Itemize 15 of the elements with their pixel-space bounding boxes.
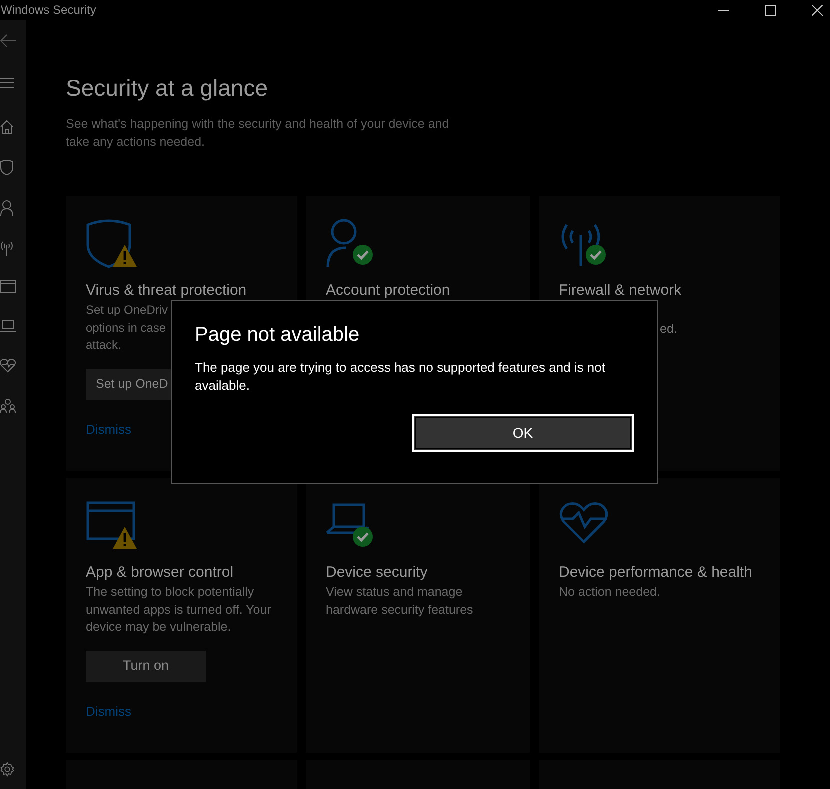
page-title: Security at a glance	[66, 74, 270, 103]
tile-description: The setting to block potentially unwanted apps is turned off. Your device may be vulnerable.	[86, 584, 272, 636]
tile-description: View status and manage hardware security features	[326, 584, 474, 619]
tile-description: ed.	[660, 321, 678, 338]
tile-title: Firewall & network	[559, 282, 682, 299]
tile-title: Virus & threat protection	[86, 282, 247, 299]
tile-title: Device performance & health	[559, 564, 752, 581]
tile-title: Account protection	[326, 282, 450, 299]
window-title: Windows Security	[1, 3, 96, 17]
page-subtitle: See what's happening with the security and health of your device and take any actions needed.	[66, 116, 450, 151]
tile-title: App & browser control	[86, 564, 234, 581]
tile-title: Device security	[326, 564, 428, 581]
tile-description: No action needed.	[559, 584, 662, 601]
tile-description: Set up OneDriv options in case attack.	[86, 302, 168, 354]
dialog-title: Page not available	[195, 323, 361, 347]
